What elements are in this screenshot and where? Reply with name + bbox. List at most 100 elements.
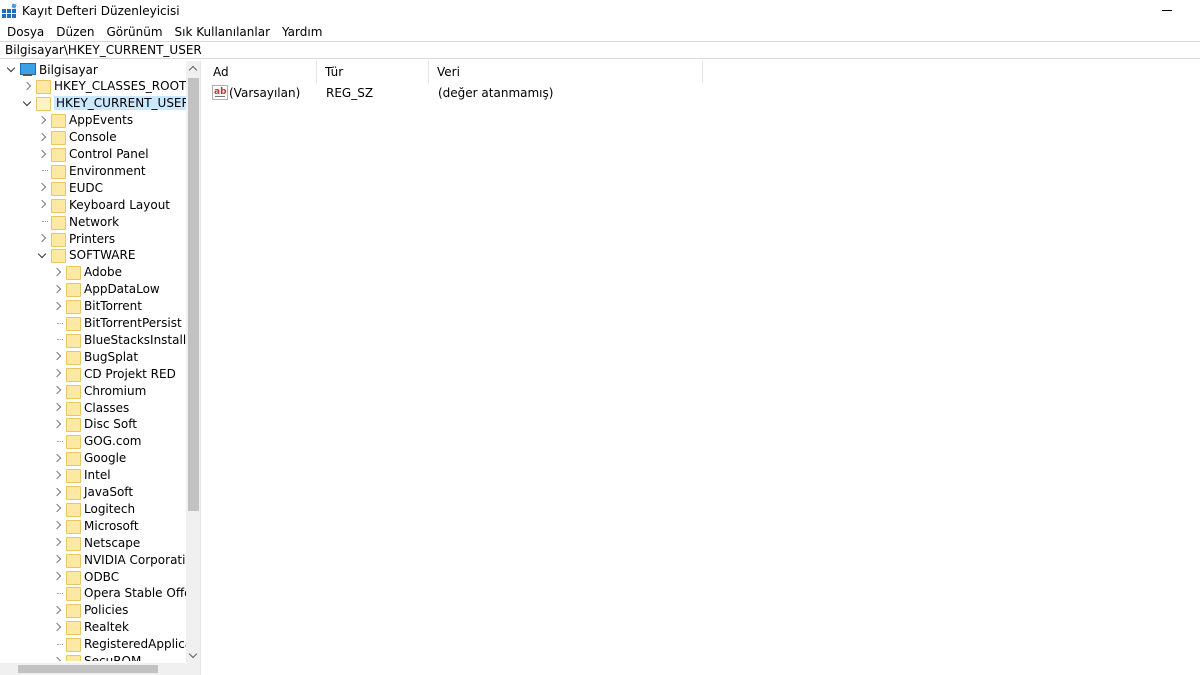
chevron-down-icon[interactable] bbox=[6, 61, 17, 78]
chevron-right-icon[interactable] bbox=[52, 619, 63, 636]
menu-duzen[interactable]: Düzen bbox=[50, 25, 100, 39]
scroll-up-arrow-icon[interactable] bbox=[186, 61, 200, 76]
tree-item[interactable]: RegisteredApplicatic bbox=[52, 636, 186, 653]
tree-item[interactable]: Control Panel bbox=[37, 146, 149, 163]
chevron-right-icon[interactable] bbox=[52, 382, 63, 399]
column-header-type[interactable]: Tür bbox=[317, 61, 429, 83]
chevron-right-icon[interactable] bbox=[37, 129, 48, 146]
tree-item[interactable]: Classes bbox=[52, 399, 129, 416]
chevron-down-icon[interactable] bbox=[22, 95, 33, 112]
tree-item[interactable]: Netscape bbox=[52, 534, 140, 551]
chevron-right-icon[interactable] bbox=[52, 517, 63, 534]
chevron-right-icon[interactable] bbox=[37, 196, 48, 213]
folder-icon bbox=[66, 502, 81, 517]
chevron-right-icon[interactable] bbox=[52, 653, 63, 662]
tree-item[interactable]: ODBC bbox=[52, 568, 119, 585]
chevron-right-icon[interactable] bbox=[52, 264, 63, 281]
tree-item[interactable]: Adobe bbox=[52, 264, 122, 281]
tree-item[interactable]: CD Projekt RED bbox=[52, 365, 176, 382]
tree-item[interactable]: EUDC bbox=[37, 179, 103, 196]
folder-icon bbox=[66, 316, 81, 331]
folder-icon bbox=[51, 147, 66, 162]
tree-item[interactable]: Printers bbox=[37, 230, 115, 247]
chevron-right-icon[interactable] bbox=[37, 112, 48, 129]
tree-item[interactable]: HKEY_CURRENT_USER bbox=[22, 95, 186, 112]
minimize-button[interactable] bbox=[1158, 0, 1178, 20]
chevron-right-icon[interactable] bbox=[52, 602, 63, 619]
tree-item[interactable]: Network bbox=[37, 213, 119, 230]
tree-item[interactable]: NVIDIA Corporation bbox=[52, 551, 186, 568]
chevron-right-icon[interactable] bbox=[52, 399, 63, 416]
tree-item[interactable]: GOG.com bbox=[52, 433, 142, 450]
folder-icon bbox=[66, 654, 81, 661]
tree-item[interactable]: SecuROM bbox=[52, 653, 141, 662]
tree-item-label: RegisteredApplicatic bbox=[84, 637, 186, 652]
tree-item[interactable]: JavaSoft bbox=[52, 484, 133, 501]
chevron-right-icon[interactable] bbox=[52, 484, 63, 501]
values-pane: Ad Tür Veri ab (Varsayılan) REG_SZ (değe… bbox=[205, 61, 1200, 675]
hscroll-thumb[interactable] bbox=[18, 665, 158, 673]
column-header-name[interactable]: Ad bbox=[205, 61, 317, 83]
tree-item[interactable]: Opera Stable Offer bbox=[52, 585, 186, 602]
tree-horizontal-scrollbar[interactable] bbox=[0, 663, 200, 675]
folder-icon bbox=[51, 113, 66, 129]
menu-sik-kullanilanlar[interactable]: Sık Kullanılanlar bbox=[169, 25, 276, 39]
chevron-right-icon[interactable] bbox=[52, 348, 63, 365]
scroll-thumb[interactable] bbox=[188, 78, 199, 511]
tree-item[interactable]: BitTorrent bbox=[52, 298, 142, 315]
chevron-right-icon[interactable] bbox=[52, 416, 63, 433]
chevron-right-icon[interactable] bbox=[22, 78, 33, 95]
menu-gorunum[interactable]: Görünüm bbox=[100, 25, 168, 39]
tree-item[interactable]: Disc Soft bbox=[52, 416, 137, 433]
tree-item[interactable]: AppEvents bbox=[37, 112, 133, 129]
tree-item[interactable]: Chromium bbox=[52, 382, 146, 399]
folder-icon bbox=[66, 570, 81, 585]
chevron-right-icon[interactable] bbox=[37, 146, 48, 163]
tree-item[interactable]: HKEY_CLASSES_ROOT bbox=[22, 78, 186, 95]
tree-item[interactable]: Google bbox=[52, 450, 126, 467]
menu-yardim[interactable]: Yardım bbox=[276, 25, 328, 39]
column-header-data[interactable]: Veri bbox=[429, 61, 703, 83]
tree-connector-icon bbox=[52, 331, 63, 348]
tree-item-label: Chromium bbox=[84, 383, 147, 398]
chevron-right-icon[interactable] bbox=[52, 568, 63, 585]
tree-vertical-scrollbar[interactable] bbox=[186, 61, 200, 663]
tree-item[interactable]: Console bbox=[37, 129, 117, 146]
title-bar: Kayıt Defteri Düzenleyicisi bbox=[0, 0, 1200, 22]
chevron-right-icon[interactable] bbox=[52, 281, 63, 298]
tree-item[interactable]: Intel bbox=[52, 467, 111, 484]
tree-item[interactable]: AppDataLow bbox=[52, 281, 160, 298]
chevron-right-icon[interactable] bbox=[37, 179, 48, 196]
chevron-down-icon[interactable] bbox=[37, 247, 48, 264]
tree-item[interactable]: Policies bbox=[52, 602, 128, 619]
tree-item[interactable]: Realtek bbox=[52, 619, 129, 636]
menu-dosya[interactable]: Dosya bbox=[0, 25, 50, 39]
chevron-right-icon[interactable] bbox=[52, 450, 63, 467]
folder-icon bbox=[51, 164, 66, 179]
tree-item[interactable]: Bilgisayar bbox=[6, 61, 98, 78]
address-bar[interactable]: Bilgisayar\HKEY_CURRENT_USER bbox=[0, 41, 1200, 59]
tree-item[interactable]: Logitech bbox=[52, 500, 135, 517]
chevron-right-icon[interactable] bbox=[52, 500, 63, 517]
tree-item[interactable]: SOFTWARE bbox=[37, 247, 135, 264]
tree-item-label: Disc Soft bbox=[84, 417, 137, 432]
tree-item[interactable]: Keyboard Layout bbox=[37, 196, 170, 213]
value-type: REG_SZ bbox=[326, 86, 374, 100]
chevron-right-icon[interactable] bbox=[52, 298, 63, 315]
tree-item[interactable]: BitTorrentPersist bbox=[52, 315, 182, 332]
chevron-right-icon[interactable] bbox=[52, 534, 63, 551]
folder-icon bbox=[51, 215, 66, 230]
folder-icon bbox=[51, 130, 66, 146]
tree-item[interactable]: BlueStacksInstaller bbox=[52, 331, 186, 348]
tree-item[interactable]: Microsoft bbox=[52, 517, 139, 534]
chevron-right-icon[interactable] bbox=[52, 467, 63, 484]
chevron-right-icon[interactable] bbox=[52, 551, 63, 568]
tree-item[interactable]: BugSplat bbox=[52, 348, 138, 365]
chevron-right-icon[interactable] bbox=[37, 230, 48, 247]
folder-icon bbox=[66, 417, 81, 433]
chevron-right-icon[interactable] bbox=[52, 365, 63, 382]
scroll-down-arrow-icon[interactable] bbox=[186, 648, 200, 663]
tree-item[interactable]: Environment bbox=[37, 162, 146, 179]
value-row[interactable]: ab (Varsayılan) REG_SZ (değer atanmamış) bbox=[205, 84, 705, 102]
tree-item-label: Opera Stable Offer bbox=[84, 586, 186, 601]
